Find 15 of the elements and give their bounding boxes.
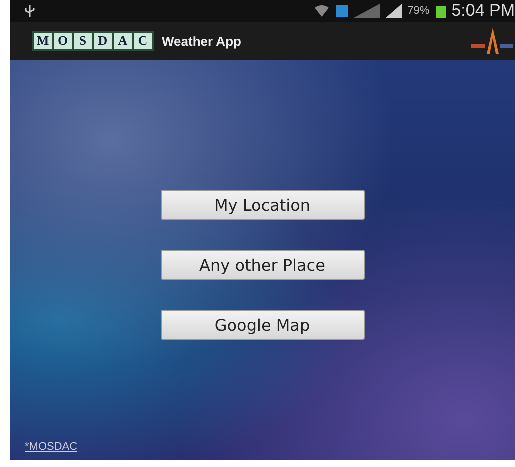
app-title: Weather App (162, 34, 242, 48)
signal-icon (354, 4, 380, 18)
clock: 5:04 PM (452, 1, 515, 21)
sim-icon (336, 5, 348, 17)
menu-button[interactable]: Any other Place (160, 250, 364, 280)
logo: M O S D A C (32, 31, 154, 51)
wifi-icon (314, 4, 330, 18)
signal-icon (386, 4, 402, 18)
battery-icon (436, 4, 446, 18)
menu-button[interactable]: My Location (160, 190, 364, 220)
rocket-logo-icon (469, 26, 515, 56)
menu-button[interactable]: Google Map (160, 310, 364, 340)
usb-icon (24, 4, 36, 18)
battery-percent: 79% (408, 5, 430, 17)
footer-link[interactable]: *MOSDAC (25, 441, 78, 453)
